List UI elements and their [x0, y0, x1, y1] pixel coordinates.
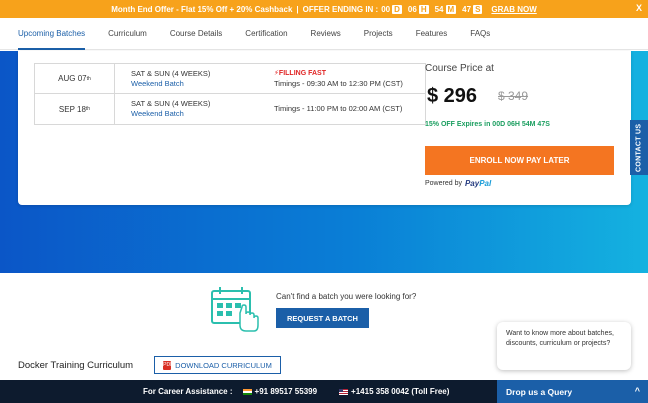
india-flag-icon: [242, 388, 252, 395]
footer-bar: For Career Assistance : +91 89517 55399 …: [0, 380, 648, 403]
tab-projects[interactable]: Projects: [364, 18, 393, 50]
us-flag-icon: [339, 388, 349, 395]
batch-table: AUG 07th SAT & SUN (4 WEEKS) Weekend Bat…: [34, 63, 426, 125]
batch-row[interactable]: AUG 07th SAT & SUN (4 WEEKS) Weekend Bat…: [35, 64, 425, 94]
batch-days: SAT & SUN (4 WEEKS): [131, 99, 211, 108]
chat-bubble[interactable]: Want to know more about batches, discoun…: [497, 322, 631, 370]
pdf-icon: PDF: [163, 360, 174, 370]
offer-ending-label: OFFER ENDING IN :: [302, 4, 379, 14]
download-label: DOWNLOAD CURRICULUM: [175, 360, 272, 370]
tab-course-details[interactable]: Course Details: [170, 18, 222, 50]
batch-type: Weekend Batch: [131, 109, 184, 118]
batch-days: SAT & SUN (4 WEEKS): [131, 68, 211, 78]
tab-faqs[interactable]: FAQs: [470, 18, 490, 50]
grab-now-link[interactable]: GRAB NOW: [491, 5, 536, 14]
batch-type: Weekend Batch: [131, 78, 184, 88]
batch-date: AUG 07th: [35, 64, 115, 93]
curriculum-title: Docker Training Curriculum: [18, 360, 134, 371]
offer-text: Month End Offer - Flat 15% Off + 20% Cas…: [111, 4, 293, 14]
phone-us[interactable]: +1415 358 0042 (Toll Free): [339, 387, 449, 396]
drop-query-button[interactable]: Drop us a Query ^: [497, 380, 648, 403]
download-curriculum-button[interactable]: PDF DOWNLOAD CURRICULUM: [154, 356, 281, 374]
tab-upcoming-batches[interactable]: Upcoming Batches: [18, 18, 86, 50]
career-assistance-label: For Career Assistance :: [143, 387, 233, 396]
close-icon[interactable]: X: [636, 3, 642, 13]
course-price: $ 296: [427, 85, 478, 107]
batch-timing: Timings - 11:00 PM to 02:00 AM (CST): [274, 104, 403, 113]
batch-card: AUG 07th SAT & SUN (4 WEEKS) Weekend Bat…: [18, 51, 631, 205]
paypal-logo: PayPal: [464, 179, 492, 188]
contact-us-tab[interactable]: CONTACT US: [630, 120, 648, 175]
batch-date: SEP 18th: [35, 94, 115, 124]
offer-expiry: 15% OFF Expires in 00D 06H 54M 47S: [425, 121, 550, 128]
tab-reviews[interactable]: Reviews: [311, 18, 341, 50]
countdown-minutes: 54 M: [434, 4, 457, 14]
powered-by-paypal: Powered by PayPal: [425, 179, 492, 188]
batch-timing: Timings - 09:30 AM to 12:30 PM (CST): [274, 78, 403, 88]
chevron-up-icon: ^: [634, 386, 640, 396]
filling-fast-badge: ⚡FILLING FAST: [274, 69, 326, 77]
original-price: $ 349: [498, 89, 529, 103]
request-batch-button[interactable]: REQUEST A BATCH: [276, 308, 369, 328]
countdown-hours: 06 H: [407, 4, 429, 14]
price-title: Course Price at: [425, 63, 494, 74]
tab-curriculum[interactable]: Curriculum: [108, 18, 147, 50]
cant-find-text: Can't find a batch you were looking for?: [276, 292, 417, 301]
course-tabs: Upcoming Batches Curriculum Course Detai…: [0, 18, 648, 50]
tab-certification[interactable]: Certification: [245, 18, 287, 50]
countdown-seconds: 47 S: [462, 4, 483, 14]
batch-row[interactable]: SEP 18th SAT & SUN (4 WEEKS) Weekend Bat…: [35, 94, 425, 124]
offer-separator: |: [296, 4, 299, 14]
calendar-icon: [211, 287, 259, 332]
phone-india[interactable]: +91 89517 55399: [242, 387, 317, 396]
tab-features[interactable]: Features: [416, 18, 448, 50]
offer-bar: Month End Offer - Flat 15% Off + 20% Cas…: [0, 0, 648, 18]
countdown-days: 00 D: [381, 4, 402, 14]
enroll-button[interactable]: ENROLL NOW PAY LATER: [425, 146, 614, 175]
